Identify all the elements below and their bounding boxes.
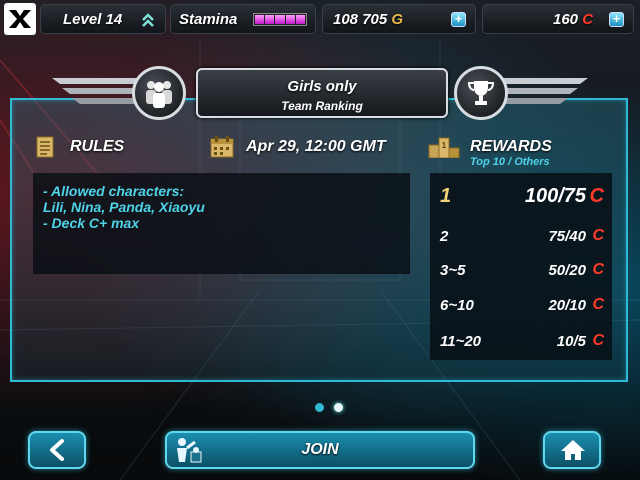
left-wing-decoration	[52, 78, 142, 104]
coin-icon: C	[592, 296, 604, 313]
trophy-icon	[454, 66, 508, 120]
rules-line: Lili, Nina, Panda, Xiaoyu	[43, 199, 205, 215]
page-dot-1[interactable]	[315, 403, 324, 412]
stamina-bar	[253, 13, 307, 26]
podium-icon: 1	[428, 137, 460, 158]
reward-rank: 2	[440, 228, 449, 245]
home-button[interactable]	[543, 431, 601, 469]
stamina-label: Stamina	[179, 11, 238, 28]
reward-value: 75/40	[548, 228, 586, 245]
gold-icon: G	[391, 11, 404, 28]
reward-rank: 6~10	[440, 297, 474, 314]
gold-amount: 108 705	[333, 11, 388, 28]
calendar-icon	[210, 136, 234, 158]
rules-content: - Allowed characters: Lili, Nina, Panda,…	[33, 173, 410, 274]
rules-line: - Deck C+ max	[43, 215, 140, 231]
reward-rank: 11~20	[440, 333, 482, 350]
rules-document-icon	[36, 136, 54, 158]
rules-line: - Allowed characters:	[43, 183, 185, 199]
gold-box: 108 705 G +	[322, 4, 476, 34]
coins-box: 160 C +	[482, 4, 634, 34]
event-title-banner: Girls only Team Ranking	[196, 68, 448, 118]
join-label: JOIN	[301, 441, 339, 458]
chevron-left-icon	[50, 439, 64, 461]
game-logo[interactable]	[4, 3, 36, 35]
rewards-subheader: Top 10 / Others	[470, 156, 550, 168]
level-box: Level 14	[40, 4, 166, 34]
home-icon	[561, 440, 585, 460]
rules-header: RULES	[70, 138, 125, 155]
team-icon	[132, 66, 186, 120]
coin-icon: C	[592, 261, 604, 278]
reward-value: 100/75	[524, 185, 586, 207]
rewards-table: 1 100/75 C 2 75/40 C 3~5 50/20 C 6~10 20…	[430, 173, 612, 360]
rewards-header: REWARDS	[470, 138, 552, 155]
back-button[interactable]	[28, 431, 86, 469]
page-dot-2[interactable]	[334, 403, 343, 412]
rank-up-icon	[142, 13, 154, 27]
reward-rank: 1	[440, 185, 452, 207]
right-wing-decoration	[498, 78, 588, 104]
coin-amount: 160	[553, 11, 579, 28]
stamina-box: Stamina	[170, 4, 316, 34]
event-date: Apr 29, 12:00 GMT	[246, 138, 386, 155]
coin-icon: C	[592, 332, 604, 349]
reward-rank: 3~5	[440, 262, 466, 279]
coin-icon: C	[582, 11, 594, 28]
reward-value: 50/20	[548, 262, 586, 279]
add-gold-button[interactable]: +	[451, 12, 466, 27]
level-label: Level 14	[63, 11, 123, 28]
event-title: Girls only	[287, 78, 357, 95]
reward-value: 10/5	[556, 333, 586, 350]
join-button[interactable]: JOIN	[165, 431, 475, 469]
event-subtitle: Team Ranking	[281, 99, 363, 113]
logo-icon	[9, 10, 31, 28]
svg-text:1: 1	[442, 141, 447, 150]
coin-icon: C	[589, 185, 604, 207]
reward-value: 20/10	[548, 297, 586, 314]
top-bar: Level 14 Stamina 108 705 G + 160 C +	[0, 0, 640, 38]
coin-icon: C	[592, 227, 604, 244]
add-coins-button[interactable]: +	[609, 12, 624, 27]
